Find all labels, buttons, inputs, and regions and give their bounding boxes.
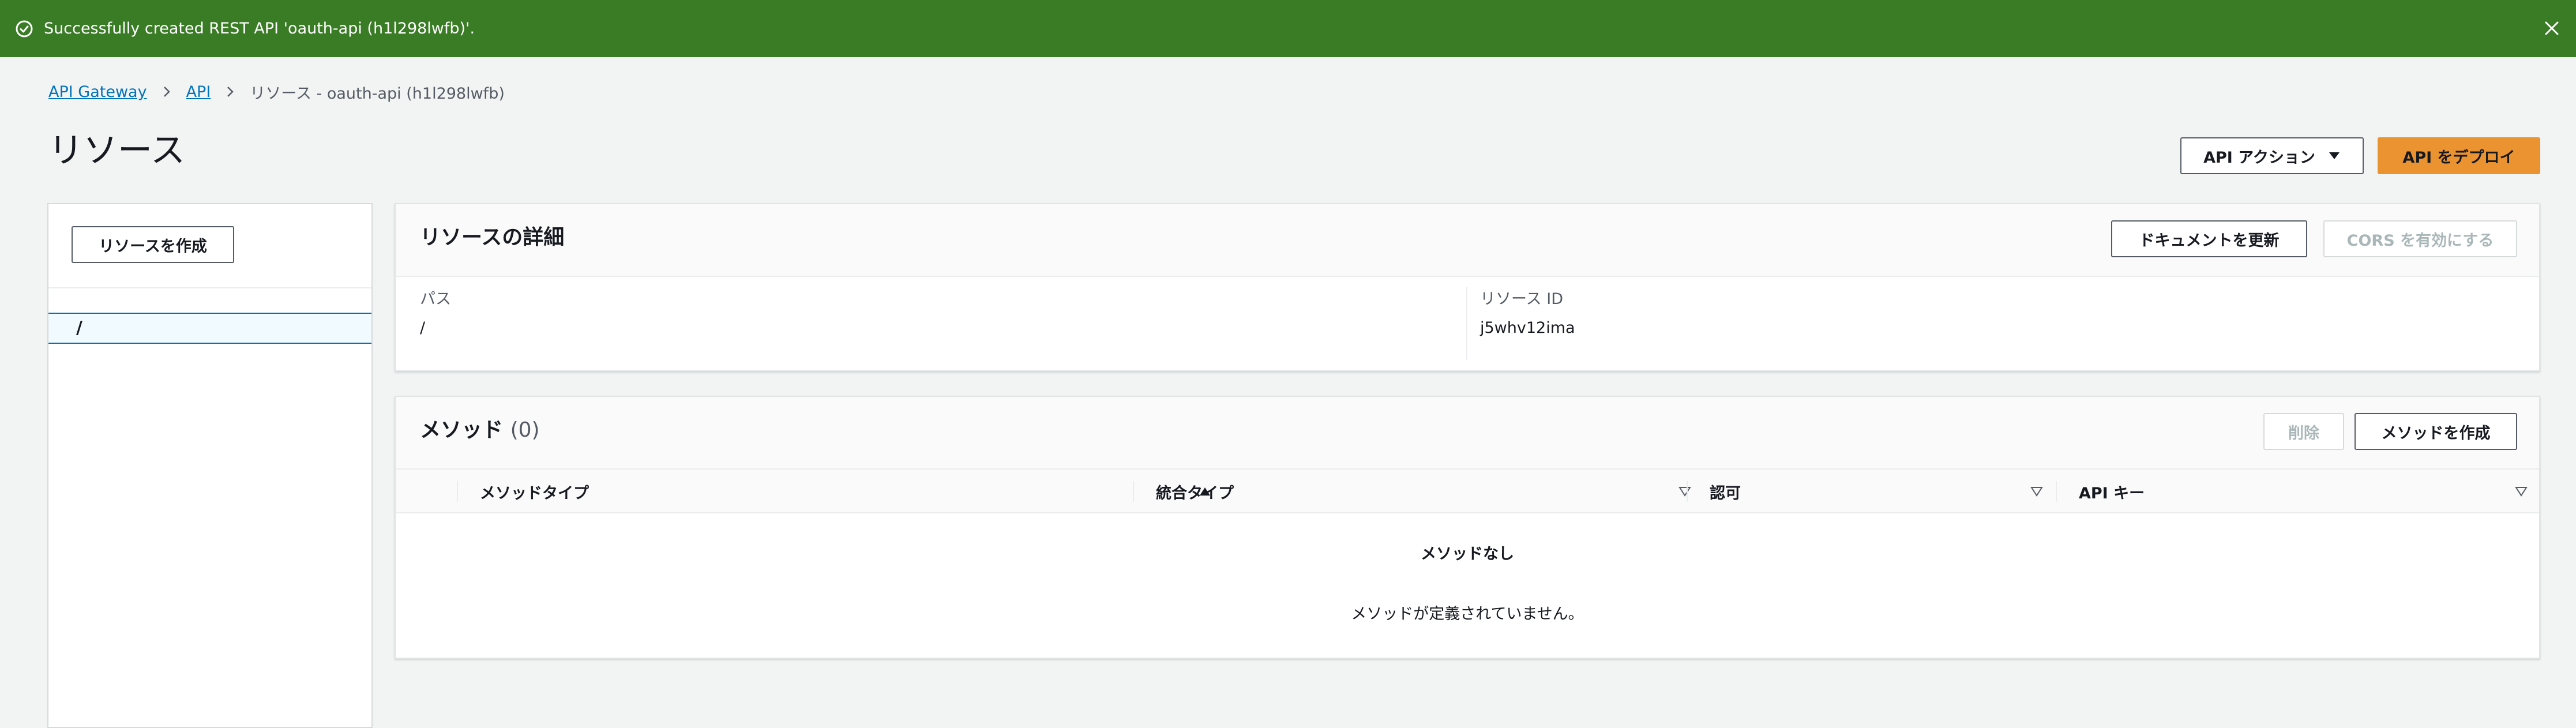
delete-method-button[interactable]: 削除 bbox=[2263, 413, 2344, 450]
chevron-right-icon bbox=[227, 87, 234, 97]
breadcrumb-link-api-gateway[interactable]: API Gateway bbox=[48, 83, 147, 101]
resource-tree-panel: リソースを作成 / bbox=[47, 203, 373, 728]
column-header-label: API キー bbox=[2079, 484, 2145, 502]
column-divider bbox=[1133, 481, 1134, 502]
update-documentation-button[interactable]: ドキュメントを更新 bbox=[2111, 220, 2307, 257]
methods-header: メソッド (0) bbox=[396, 397, 2539, 470]
resource-tree-item-root[interactable]: / bbox=[48, 313, 371, 344]
close-icon[interactable] bbox=[2541, 18, 2562, 39]
column-header-integration-type[interactable]: 統合タイプ bbox=[1156, 470, 1692, 513]
sort-icon bbox=[2030, 487, 2043, 497]
resource-id-field: リソース ID j5whv12ima bbox=[1480, 290, 1575, 338]
caret-down-icon bbox=[2329, 152, 2340, 159]
column-divider bbox=[1687, 481, 1688, 502]
resource-tree-header: リソースを作成 bbox=[48, 204, 371, 288]
resource-id-value: j5whv12ima bbox=[1480, 319, 1575, 337]
api-action-label: API アクション bbox=[2203, 148, 2315, 167]
success-check-icon bbox=[16, 20, 33, 37]
column-header-api-key[interactable]: API キー bbox=[2079, 470, 2529, 513]
breadcrumb-link-api[interactable]: API bbox=[186, 83, 211, 101]
sort-icon bbox=[1678, 487, 1691, 497]
methods-card: メソッド (0) メソッドタイプ 統合タイプ 認可 API キー メソッドなし … bbox=[395, 396, 2540, 659]
api-action-dropdown-button[interactable]: API アクション bbox=[2180, 137, 2364, 174]
column-header-label: 認可 bbox=[1710, 484, 1741, 502]
create-method-button[interactable]: メソッドを作成 bbox=[2355, 413, 2517, 450]
path-field: パス / bbox=[420, 290, 451, 338]
methods-empty-description: メソッドが定義されていません。 bbox=[1351, 605, 1584, 623]
methods-table-header: メソッドタイプ 統合タイプ 認可 API キー bbox=[396, 470, 2539, 513]
methods-title: メソッド (0) bbox=[420, 418, 540, 443]
path-value: / bbox=[420, 319, 426, 337]
column-divider bbox=[2056, 481, 2057, 502]
deploy-api-button[interactable]: API をデプロイ bbox=[2378, 137, 2540, 174]
resource-id-label: リソース ID bbox=[1480, 290, 1563, 308]
methods-count: (0) bbox=[510, 418, 540, 442]
column-header-label: メソッドタイプ bbox=[480, 484, 589, 502]
resource-details-title: リソースの詳細 bbox=[420, 226, 565, 249]
chevron-right-icon bbox=[163, 87, 170, 97]
flash-message: Successfully created REST API 'oauth-api… bbox=[44, 20, 475, 37]
column-header-label: 統合タイプ bbox=[1156, 484, 1234, 502]
breadcrumb-current: リソース - oauth-api (h1l298lwfb) bbox=[250, 84, 505, 103]
success-flash-banner: Successfully created REST API 'oauth-api… bbox=[0, 0, 2576, 57]
create-resource-button[interactable]: リソースを作成 bbox=[72, 226, 234, 263]
column-header-authorization[interactable]: 認可 bbox=[1710, 470, 2079, 513]
detail-divider bbox=[1466, 287, 1467, 360]
enable-cors-button[interactable]: CORS を有効にする bbox=[2323, 220, 2517, 257]
methods-empty-title: メソッドなし bbox=[1421, 545, 1514, 563]
sort-icon bbox=[2515, 487, 2528, 497]
path-label: パス bbox=[420, 290, 451, 308]
column-header-method-type[interactable]: メソッドタイプ bbox=[480, 470, 1218, 513]
breadcrumb: API Gateway API リソース - oauth-api (h1l298… bbox=[48, 82, 505, 103]
methods-title-text: メソッド bbox=[420, 418, 504, 442]
column-divider bbox=[457, 481, 458, 502]
page-title: リソース bbox=[48, 130, 185, 171]
